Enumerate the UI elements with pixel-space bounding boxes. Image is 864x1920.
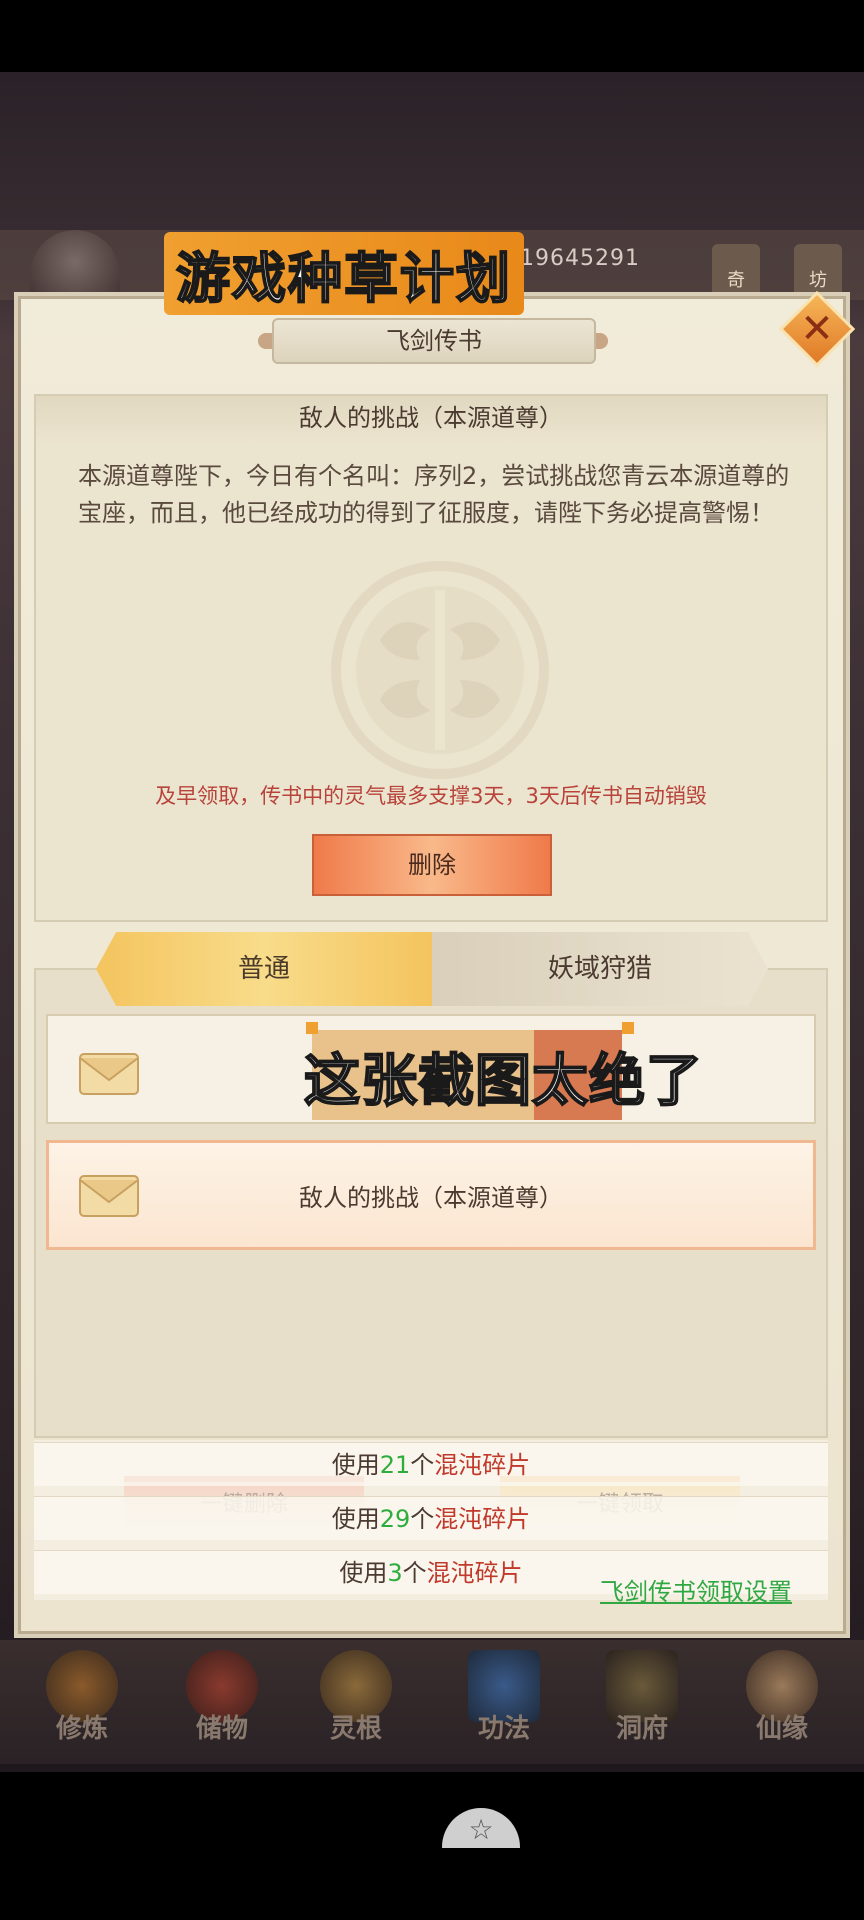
use-prefix: 使用 (331, 1505, 380, 1533)
fragment-count: 3 (387, 1559, 403, 1587)
cloud-seal-emblem-icon (331, 561, 549, 779)
fragment-count: 29 (379, 1505, 411, 1533)
use-mid: 个 (410, 1451, 435, 1479)
home-indicator-icon[interactable]: ☆ (442, 1808, 520, 1848)
nav-item-skills[interactable]: 功法 (444, 1650, 564, 1760)
nav-item-storage[interactable]: 储物 (162, 1650, 282, 1760)
use-mid: 个 (402, 1559, 427, 1587)
envelope-icon (79, 1053, 139, 1095)
fragment-count: 21 (379, 1451, 411, 1479)
nav-label: 仙缘 (755, 1714, 808, 1744)
letter-body: 本源道尊陛下，今日有个名叫：序列2，尝试挑战您青云本源道尊的宝座，而且，他已经成… (78, 462, 790, 527)
claim-settings-link[interactable]: 飞剑传书领取设置 (600, 1572, 792, 1607)
use-prefix: 使用 (339, 1559, 388, 1587)
nav-item-spirit-root[interactable]: 灵根 (296, 1650, 416, 1760)
nav-label: 灵根 (329, 1714, 382, 1744)
nav-item-cave[interactable]: 洞府 (582, 1650, 702, 1760)
nav-item-destiny[interactable]: 仙缘 (722, 1650, 842, 1760)
nav-label: 修炼 (55, 1714, 108, 1744)
watermark-caption: 这张截图太绝了 (303, 1048, 703, 1115)
fragment-name: 混沌碎片 (434, 1505, 531, 1533)
expiry-warning: 及早领取，传书中的灵气最多支撑3天，3天后传书自动销毁 (155, 784, 707, 808)
fragment-name: 混沌碎片 (426, 1559, 523, 1587)
nav-label: 储物 (195, 1714, 248, 1744)
use-prefix: 使用 (331, 1451, 380, 1479)
player-score: 19645291 (520, 246, 640, 271)
panel-title: 飞剑传书 (386, 327, 482, 355)
nav-label: 功法 (477, 1714, 530, 1744)
close-icon[interactable]: ✕ (790, 300, 844, 358)
use-fragment-option[interactable]: 使用21个混沌碎片 (34, 1442, 828, 1486)
nav-item-cultivate[interactable]: 修炼 (22, 1650, 142, 1760)
selection-handle (622, 1022, 634, 1034)
list-item-label: 敌人的挑战（本源道尊） (299, 1184, 563, 1212)
use-fragment-option[interactable]: 使用29个混沌碎片 (34, 1496, 828, 1540)
watermark-title: 游戏种草计划 (164, 232, 524, 315)
tab-normal-label[interactable]: 普通 (96, 932, 432, 1006)
nav-label: 洞府 (615, 1714, 668, 1744)
fragment-name: 混沌碎片 (434, 1451, 531, 1479)
tab-demon-hunt-label[interactable]: 妖域狩猎 (432, 932, 768, 1006)
letter-title: 敌人的挑战（本源道尊） (299, 404, 563, 432)
selection-handle (306, 1022, 318, 1034)
delete-button-label[interactable]: 删除 (312, 834, 552, 896)
use-mid: 个 (410, 1505, 435, 1533)
